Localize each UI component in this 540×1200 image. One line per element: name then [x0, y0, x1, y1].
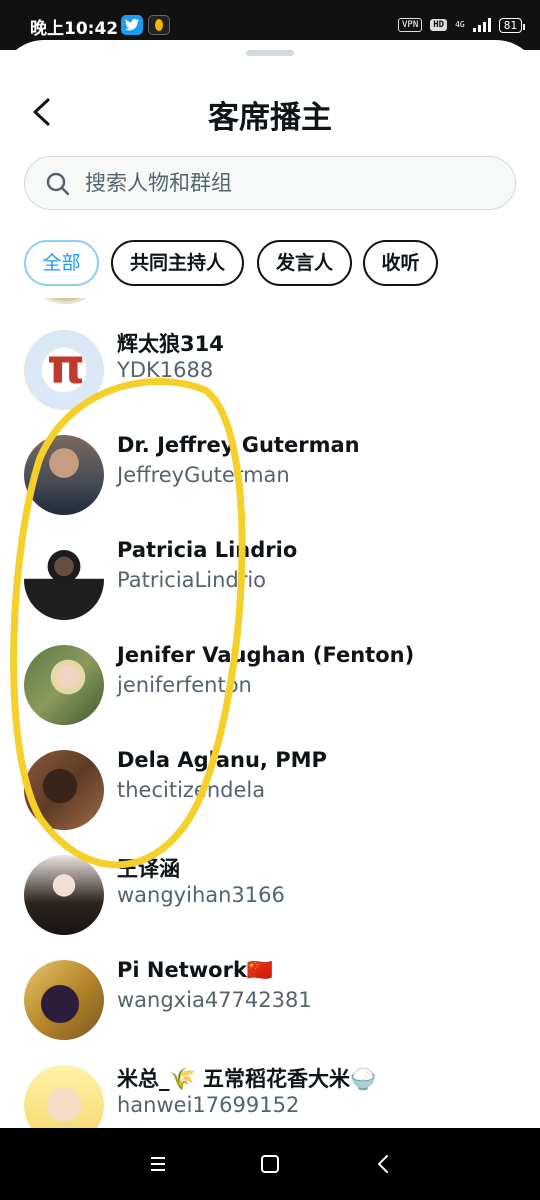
- user-name: 王译涵: [117, 857, 180, 881]
- home-icon: [261, 1155, 279, 1173]
- user-name: Pi Network🇨🇳: [117, 958, 274, 982]
- hd-icon: HD: [430, 19, 448, 31]
- avatar: [24, 540, 104, 620]
- user-name: Patricia Lindrio: [117, 538, 298, 562]
- status-indicators: VPN HD 4G 81: [398, 15, 526, 35]
- user-name: Jenifer Vaughan (Fenton): [117, 643, 415, 667]
- list-item[interactable]: Dela Aglanu, PMP thecitizendela: [0, 740, 540, 840]
- user-list: π 辉太狼314 YDK1688 Dr. Jeffrey Guterman Je…: [0, 298, 540, 1130]
- avatar: [24, 750, 104, 830]
- user-handle: PatriciaLindrio: [117, 568, 267, 592]
- battery-icon: 81: [498, 17, 526, 33]
- user-handle: wangyihan3166: [117, 883, 285, 907]
- user-handle: jeniferfenton: [117, 673, 252, 697]
- signal-icon: [472, 18, 491, 32]
- avatar: [24, 1065, 104, 1130]
- filter-chip-all[interactable]: 全部: [24, 240, 99, 286]
- user-handle: thecitizendela: [117, 778, 266, 802]
- user-handle: wangxia47742381: [117, 988, 312, 1012]
- back-icon: [378, 1155, 388, 1173]
- avatar: π: [24, 330, 104, 410]
- network-type: 4G: [455, 20, 465, 29]
- menu-icon: [151, 1157, 165, 1171]
- user-handle: JeffreyGuterman: [117, 463, 290, 487]
- search-bar[interactable]: [24, 156, 516, 210]
- list-item[interactable]: Patricia Lindrio PatriciaLindrio: [0, 530, 540, 630]
- user-name: Dela Aglanu, PMP: [117, 748, 327, 772]
- list-item[interactable]: 王译涵 wangyihan3166: [0, 845, 540, 945]
- avatar: [24, 435, 104, 515]
- list-item[interactable]: Jenifer Vaughan (Fenton) jeniferfenton: [0, 635, 540, 735]
- avatar: [24, 645, 104, 725]
- page-title: 客席播主: [208, 100, 332, 136]
- search-icon: [46, 172, 70, 196]
- user-name: 辉太狼314: [117, 332, 224, 356]
- vpn-icon: VPN: [398, 18, 423, 32]
- sheet-handle[interactable]: [246, 50, 294, 56]
- filter-chip-speaker[interactable]: 发言人: [257, 240, 352, 286]
- speakers-sheet: 客席播主 全部 共同主持人 发言人 收听 π 辉太狼314 YDK1688 Dr…: [0, 40, 540, 1130]
- filter-chip-listener[interactable]: 收听: [363, 240, 438, 286]
- list-item[interactable]: Dr. Jeffrey Guterman JeffreyGuterman: [0, 425, 540, 525]
- system-back-button[interactable]: [372, 1152, 396, 1176]
- app-notification-icon: [148, 15, 170, 35]
- user-handle: YDK1688: [117, 358, 214, 382]
- search-input[interactable]: [85, 157, 485, 208]
- status-time: 晚上10:42: [30, 19, 119, 39]
- avatar: [24, 960, 104, 1040]
- user-handle: hanwei17699152: [117, 1093, 300, 1117]
- filter-chip-cohost[interactable]: 共同主持人: [111, 240, 244, 286]
- avatar: [28, 298, 104, 304]
- recent-apps-button[interactable]: [146, 1152, 170, 1176]
- home-button[interactable]: [258, 1152, 282, 1176]
- user-name: 米总_🌾 五常稻花香大米🍚: [117, 1067, 377, 1091]
- list-item[interactable]: 米总_🌾 五常稻花香大米🍚 hanwei17699152: [0, 1055, 540, 1130]
- avatar: [24, 855, 104, 935]
- list-item[interactable]: π 辉太狼314 YDK1688: [0, 320, 540, 420]
- list-item[interactable]: Pi Network🇨🇳 wangxia47742381: [0, 950, 540, 1050]
- user-name: Dr. Jeffrey Guterman: [117, 433, 360, 457]
- twitter-notification-icon: [121, 15, 143, 35]
- system-nav-bar: [0, 1128, 540, 1200]
